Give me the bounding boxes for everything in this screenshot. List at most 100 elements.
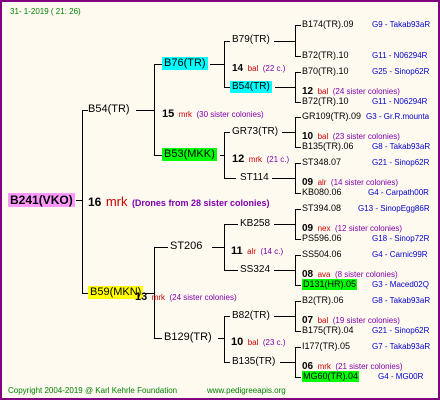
connector-b79-lower <box>295 56 301 57</box>
gen1-b54[interactable]: B54(TR) <box>88 104 130 115</box>
gen3-b79-sisters: (22 c.) <box>262 64 286 73</box>
gen2-b53[interactable]: B53(MKK) <box>162 148 217 161</box>
root-mark: mrk <box>105 194 128 209</box>
connector-kb258-lower <box>295 239 301 240</box>
gen4-name[interactable]: B70(TR).10 <box>302 67 349 76</box>
site-link[interactable]: www.pedigreeapis.org <box>207 387 286 395</box>
gen4-group: G3 - Gr.R.mounta <box>366 112 430 121</box>
connector-ss324-lower <box>295 285 301 286</box>
gen4-name[interactable]: D131(HR).05 <box>302 279 358 290</box>
connector-st114-lower <box>295 193 301 194</box>
gen4-name[interactable]: B135(TR).06 <box>302 142 354 151</box>
connector-b135-lower <box>295 377 301 378</box>
gen1-b59-mark: mrk <box>151 293 166 302</box>
connector-st114-horizontal <box>272 178 296 179</box>
gen3-st114-mark: alr <box>317 178 327 187</box>
gen3-b79-stats: 14 bal (22 c.) <box>232 59 285 75</box>
root-queen[interactable]: B241(VKO) <box>8 193 75 207</box>
gen4-group: G18 - Sinop72R <box>372 234 430 243</box>
connector-b135-horizontal <box>280 362 296 363</box>
copyright-text: Copyright 2004-2019 @ Karl Kehrle Founda… <box>8 386 178 395</box>
root-drones: (Drones from 28 sister colonies) <box>131 198 270 208</box>
gen3-kb258-sisters: (12 sister colonies) <box>334 224 403 233</box>
date-stamp: 31- 1-2019 ( 21: 26) <box>10 7 81 16</box>
gen1-b54-mark: mrk <box>178 110 193 119</box>
connector-st206-upper <box>224 224 238 225</box>
gen4-name[interactable]: ST348.07 <box>302 158 341 167</box>
connector-st206-lower <box>224 270 238 271</box>
gen4-name[interactable]: I177(TR).05 <box>302 342 350 351</box>
gen3-gr73-mark: bal <box>317 132 329 141</box>
gen4-name[interactable]: B174(TR).09 <box>302 20 354 29</box>
gen3-b135-mark: mrk <box>317 362 331 371</box>
connector-root-horizontal <box>76 200 83 201</box>
gen4-name[interactable]: PS596.06 <box>302 234 342 243</box>
gen3-gr73-sisters: (23 sister colonies) <box>332 132 400 141</box>
gen4-group: G21 - Sinop62R <box>372 326 430 335</box>
gen3-b135[interactable]: B135(TR) <box>232 357 275 367</box>
gen4-name[interactable]: GR109(TR).09 <box>302 112 361 121</box>
gen2-b76[interactable]: B76(TR) <box>162 57 208 70</box>
gen4-name[interactable]: ST394.08 <box>302 204 341 213</box>
gen2-st206[interactable]: ST206 <box>170 241 202 252</box>
connector-b135-upper <box>295 347 301 348</box>
gen2-b53-mark: mrk <box>248 155 263 164</box>
gen1-b59-stats: 13 mrk (24 sister colonies) <box>135 288 237 304</box>
connector-b59-lower <box>154 338 162 339</box>
gen3-ss324-mark: ava <box>317 270 331 279</box>
gen4-group: G11 - N06294R <box>372 97 428 106</box>
gen4-group: G8 - Takab93aR <box>372 142 431 151</box>
gen4-group: G4 - MG00R <box>378 372 424 381</box>
gen3-gr73[interactable]: GR73(TR) <box>232 127 278 137</box>
gen3-b79[interactable]: B79(TR) <box>232 35 270 45</box>
gen4-group: G8 - Takab93aR <box>372 296 431 305</box>
gen4-name[interactable]: B72(TR).10 <box>302 97 349 106</box>
connector-b76-horizontal <box>210 64 225 65</box>
gen4-group: G3 - Maced02Q <box>372 280 429 289</box>
gen1-b54-stats: 15 mrk (30 sister colonies) <box>162 105 264 121</box>
connector-st114-upper <box>295 163 301 164</box>
connector-b53-upper <box>224 132 230 133</box>
connector-ss324-upper <box>295 255 301 256</box>
gen3-b82-sisters: (19 sister colonies) <box>332 316 400 325</box>
gen3-b82[interactable]: B82(TR) <box>232 311 270 321</box>
gen3-b54[interactable]: B54(TR) <box>230 81 272 93</box>
gen4-name[interactable]: SS504.06 <box>302 250 342 259</box>
gen2-st206-mark: alr <box>247 247 256 256</box>
connector-kb258-upper <box>295 209 301 210</box>
gen3-b79-mark: bal <box>247 64 259 73</box>
gen3-st114[interactable]: ST114 <box>240 173 269 183</box>
connector-b54-upper <box>154 64 162 65</box>
connector-b79-upper <box>295 25 301 26</box>
connector-gr73-lower <box>295 147 301 148</box>
gen2-b129-mark: bal <box>247 338 259 347</box>
gen4-name[interactable]: B175(TR).04 <box>302 326 354 335</box>
connector-b76-upper <box>224 41 230 42</box>
gen4-name[interactable]: KB080.06 <box>302 188 342 197</box>
gen4-group: G4 - Carpath00R <box>368 188 429 197</box>
connector-b53-horizontal <box>220 155 225 156</box>
connector-b129-vertical <box>224 316 225 362</box>
connector-gr73-upper <box>295 117 301 118</box>
gen4-name[interactable]: MG60(TR).04 <box>302 371 360 382</box>
gen3-kb258[interactable]: KB258 <box>240 219 270 229</box>
gen3-kb258-mark: nex <box>317 224 331 233</box>
gen4-group: G4 - Carnic99R <box>372 250 428 259</box>
gen4-group: G21 - Sinop62R <box>372 158 430 167</box>
connector-kb258-horizontal <box>274 224 296 225</box>
gen3-ss324[interactable]: SS324 <box>240 265 270 275</box>
connector-b53-lower <box>224 178 236 179</box>
connector-b82-lower <box>295 331 301 332</box>
connector-b79-horizontal <box>274 41 296 42</box>
gen4-name[interactable]: B72(TR).10 <box>302 51 349 60</box>
gen3-b54-sisters: (24 sister colonies) <box>332 87 400 96</box>
gen4-name[interactable]: B2(TR).06 <box>302 296 344 305</box>
connector-b54-horizontal <box>136 110 155 111</box>
gen2-st206-sisters: (14 c.) <box>260 247 284 256</box>
gen2-b129[interactable]: B129(TR) <box>164 332 212 343</box>
gen2-b53-sisters: (21 c.) <box>266 155 290 164</box>
connector-gr73-horizontal <box>282 132 296 133</box>
gen2-b129-sisters: (23 c.) <box>262 338 286 347</box>
connector-b129-lower <box>224 362 230 363</box>
root-count: 16 <box>88 195 102 209</box>
